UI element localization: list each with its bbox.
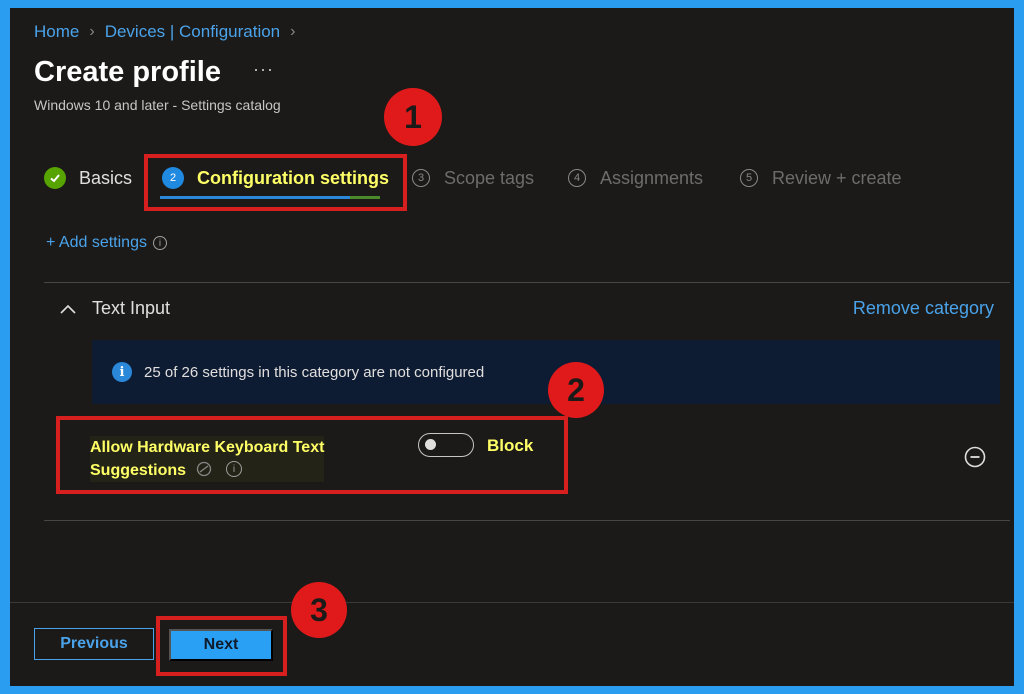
page-title: Create profile — [34, 56, 221, 88]
page-subtitle: Windows 10 and later - Settings catalog — [34, 97, 281, 113]
tab-review-create-label: Review + create — [772, 167, 902, 188]
annotation-highlight-box — [144, 154, 407, 211]
annotation-highlight-box — [156, 616, 287, 676]
chevron-right-icon: › — [89, 23, 95, 40]
tab-scope-tags[interactable]: 3 Scope tags — [412, 164, 534, 192]
chevron-right-icon: › — [290, 23, 296, 40]
step-number-icon: 5 — [740, 169, 758, 187]
step-number-icon: 3 — [412, 169, 430, 187]
info-icon[interactable]: i — [152, 236, 167, 250]
previous-button[interactable]: Previous — [34, 628, 154, 660]
breadcrumb-devices-configuration[interactable]: Devices | Configuration — [105, 22, 280, 42]
annotation-highlight-box — [56, 416, 568, 494]
tab-review-create[interactable]: 5 Review + create — [740, 164, 902, 192]
breadcrumb-home[interactable]: Home — [34, 22, 79, 42]
category-name: Text Input — [92, 298, 171, 318]
remove-setting-icon[interactable] — [964, 446, 986, 473]
remove-category-link[interactable]: Remove category — [853, 298, 994, 319]
tab-assignments-label: Assignments — [600, 167, 704, 188]
tab-scope-tags-label: Scope tags — [444, 167, 535, 188]
add-settings-link[interactable]: + Add settings i — [46, 234, 167, 252]
add-settings-label: + Add settings — [46, 234, 147, 251]
divider — [44, 282, 1010, 283]
tab-basics[interactable]: Basics — [44, 164, 132, 192]
info-banner-text: 25 of 26 settings in this category are n… — [144, 363, 485, 381]
breadcrumb: Home › Devices | Configuration › — [34, 22, 305, 42]
title-row: Create profile ··· — [34, 56, 274, 89]
chevron-up-icon[interactable] — [60, 304, 76, 314]
step-number-icon: 4 — [568, 169, 586, 187]
tab-assignments[interactable]: 4 Assignments — [568, 164, 703, 192]
portal-window: Home › Devices | Configuration › Create … — [10, 8, 1014, 686]
info-banner: i 25 of 26 settings in this category are… — [92, 340, 1000, 404]
divider — [44, 520, 1010, 521]
footer-divider — [10, 602, 1014, 603]
tab-basics-label: Basics — [79, 167, 133, 188]
annotation-badge: 3 — [291, 582, 347, 638]
more-options-icon[interactable]: ··· — [253, 59, 274, 80]
annotation-badge: 2 — [548, 362, 604, 418]
info-filled-icon: i — [112, 362, 132, 382]
checkmark-icon — [44, 167, 66, 189]
category-header[interactable]: Text Input — [60, 298, 170, 319]
annotation-badge: 1 — [384, 88, 442, 146]
